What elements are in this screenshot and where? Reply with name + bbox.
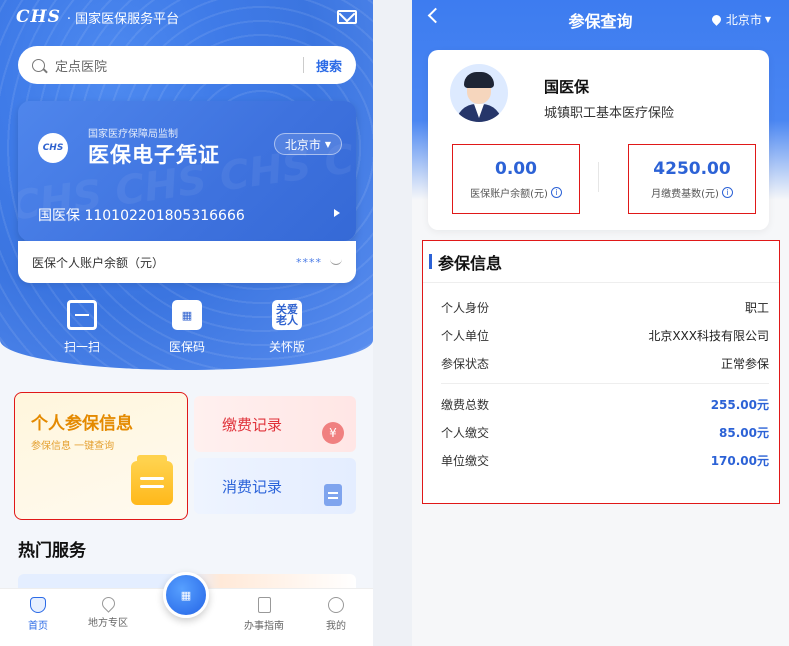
section-title: 参保信息 bbox=[438, 253, 503, 273]
info-label: 参保状态 bbox=[441, 356, 490, 371]
info-label: 个人单位 bbox=[441, 328, 490, 343]
tab-guide[interactable]: 办事指南 bbox=[234, 597, 294, 632]
account-balance-stat: 0.00 医保账户余额(元) i bbox=[452, 144, 580, 214]
location-pin-icon bbox=[709, 13, 723, 26]
ecard-supervisor: 国家医疗保障局监制 bbox=[88, 129, 178, 140]
search-divider bbox=[302, 57, 304, 73]
payment-label: 个人缴交 bbox=[441, 425, 490, 440]
search-bar[interactable]: 定点医院 搜索 bbox=[18, 46, 356, 84]
shield-icon bbox=[30, 597, 46, 613]
tab-local[interactable]: 地方专区 bbox=[78, 594, 138, 629]
platform-name: · 国家医保服务平台 bbox=[66, 11, 180, 27]
document-icon bbox=[257, 597, 271, 613]
elder-care-action[interactable]: 关爱老人 关怀版 bbox=[257, 300, 317, 355]
tab-local-label: 地方专区 bbox=[88, 618, 128, 629]
location-pin-icon bbox=[98, 594, 118, 613]
city-selector[interactable]: 北京市 ▼ bbox=[273, 133, 342, 155]
payment-record-label: 缴费记录 bbox=[222, 416, 283, 434]
search-icon bbox=[32, 58, 45, 72]
insurance-type: 城镇职工基本医疗保险 bbox=[544, 106, 675, 121]
city-label: 北京市 bbox=[725, 13, 762, 27]
chevron-right-icon[interactable] bbox=[334, 209, 340, 217]
section-accent-bar bbox=[429, 254, 432, 269]
info-row: 个人身份 职工 bbox=[423, 293, 779, 321]
document-icon bbox=[324, 484, 342, 506]
divider bbox=[441, 383, 769, 384]
balance-label: 医保个人账户余额（元） bbox=[32, 255, 165, 270]
ecard-title: 医保电子凭证 bbox=[88, 143, 220, 167]
city-label: 北京市 bbox=[284, 137, 321, 152]
tab-home-label: 首页 bbox=[28, 621, 48, 632]
info-value: 职工 bbox=[744, 300, 769, 315]
chevron-down-icon: ▼ bbox=[324, 139, 331, 149]
top-bar: CHS · 国家医保服务平台 bbox=[0, 0, 373, 34]
search-button[interactable]: 搜索 bbox=[316, 56, 342, 75]
nav-bar: 参保查询 北京市 ▼ bbox=[412, 0, 789, 36]
qr-label: 医保码 bbox=[168, 340, 205, 354]
insurance-info-section: 参保信息 个人身份 职工 个人单位 北京XXX科技有限公司 参保状态 正常参保 缴费总… bbox=[422, 240, 780, 504]
info-icon[interactable]: i bbox=[721, 187, 733, 198]
info-label: 个人身份 bbox=[441, 300, 490, 315]
payment-value: 255.00元 bbox=[710, 397, 769, 412]
personal-tile-subtitle: 参保信息 一键查询 bbox=[31, 441, 115, 452]
account-balance-row[interactable]: 医保个人账户余额（元） **** bbox=[18, 241, 356, 283]
medical-qr-action[interactable]: ▦ 医保码 bbox=[157, 300, 217, 355]
qr-scan-icon: ▦ bbox=[180, 588, 192, 602]
payment-value: 170.00元 bbox=[710, 453, 769, 468]
elder-care-icon: 关爱老人 bbox=[272, 300, 302, 330]
payment-label: 单位缴交 bbox=[441, 453, 490, 468]
payment-row: 缴费总数 255.00元 bbox=[423, 390, 779, 418]
personal-insurance-tile[interactable]: 个人参保信息 参保信息 一键查询 bbox=[14, 392, 188, 520]
spending-record-label: 消费记录 bbox=[222, 478, 283, 496]
tab-mine[interactable]: 我的 bbox=[306, 597, 366, 632]
tab-guide-label: 办事指南 bbox=[244, 621, 284, 632]
payment-value: 85.00元 bbox=[719, 425, 769, 440]
chs-logo: CHS bbox=[16, 7, 61, 27]
info-value: 北京XXX科技有限公司 bbox=[648, 328, 769, 343]
account-balance-label: 医保账户余额(元) bbox=[470, 189, 548, 200]
profile-card: 国医保 城镇职工基本医疗保险 0.00 医保账户余额(元) i 4250.00 月… bbox=[428, 50, 769, 230]
smiley-icon bbox=[328, 597, 344, 613]
balance-masked: **** bbox=[296, 255, 322, 269]
scan-icon bbox=[67, 300, 97, 330]
monthly-base-stat: 4250.00 月缴费基数(元) i bbox=[628, 144, 756, 214]
yen-icon: ¥ bbox=[322, 422, 344, 444]
qr-code-icon: ▦ bbox=[172, 300, 202, 330]
monthly-base-value: 4250.00 bbox=[653, 159, 731, 179]
chs-badge-icon: CHS bbox=[38, 133, 68, 163]
info-row: 参保状态 正常参保 bbox=[423, 349, 779, 377]
folder-icon bbox=[131, 455, 173, 505]
chevron-down-icon: ▼ bbox=[764, 15, 771, 24]
insurance-query-screen: 参保查询 北京市 ▼ 国医保 城镇职工基本医疗保险 0.00 医保账户余额(元)… bbox=[412, 0, 789, 646]
monthly-base-label: 月缴费基数(元) bbox=[651, 189, 719, 200]
payment-row: 单位缴交 170.00元 bbox=[423, 446, 779, 474]
elder-care-label: 关怀版 bbox=[268, 340, 305, 354]
spending-record-tile[interactable]: 消费记录 bbox=[194, 458, 356, 514]
info-value: 正常参保 bbox=[720, 356, 769, 371]
eye-closed-icon[interactable] bbox=[330, 259, 342, 265]
info-icon[interactable]: i bbox=[550, 187, 562, 198]
person-name: 国医保 bbox=[544, 78, 590, 96]
scan-action[interactable]: 扫一扫 bbox=[52, 300, 112, 355]
account-balance-value: 0.00 bbox=[495, 159, 537, 179]
tab-home[interactable]: 首页 bbox=[8, 597, 68, 632]
home-screen: CHS · 国家医保服务平台 定点医院 搜索 CHS 国家医疗保障局监制 医保电… bbox=[0, 0, 373, 646]
search-input[interactable]: 定点医院 bbox=[55, 56, 303, 75]
payment-record-tile[interactable]: 缴费记录 ¥ bbox=[194, 396, 356, 452]
mail-icon[interactable] bbox=[337, 10, 357, 24]
personal-tile-title: 个人参保信息 bbox=[31, 414, 133, 434]
city-selector[interactable]: 北京市 ▼ bbox=[709, 11, 771, 28]
insurance-number: 国医保 110102201805316666 bbox=[38, 208, 245, 224]
medical-insurance-ecard[interactable]: CHS 国家医疗保障局监制 医保电子凭证 北京市▼ 国医保 1101022018… bbox=[18, 101, 356, 241]
qr-scan-fab[interactable]: ▦ bbox=[163, 572, 209, 618]
payment-label: 缴费总数 bbox=[441, 397, 490, 412]
stat-divider bbox=[598, 162, 599, 192]
payment-row: 个人缴交 85.00元 bbox=[423, 418, 779, 446]
hot-services-title: 热门服务 bbox=[18, 541, 86, 561]
avatar bbox=[450, 64, 508, 122]
info-row: 个人单位 北京XXX科技有限公司 bbox=[423, 321, 779, 349]
tab-mine-label: 我的 bbox=[326, 621, 346, 632]
scan-label: 扫一扫 bbox=[63, 340, 100, 354]
